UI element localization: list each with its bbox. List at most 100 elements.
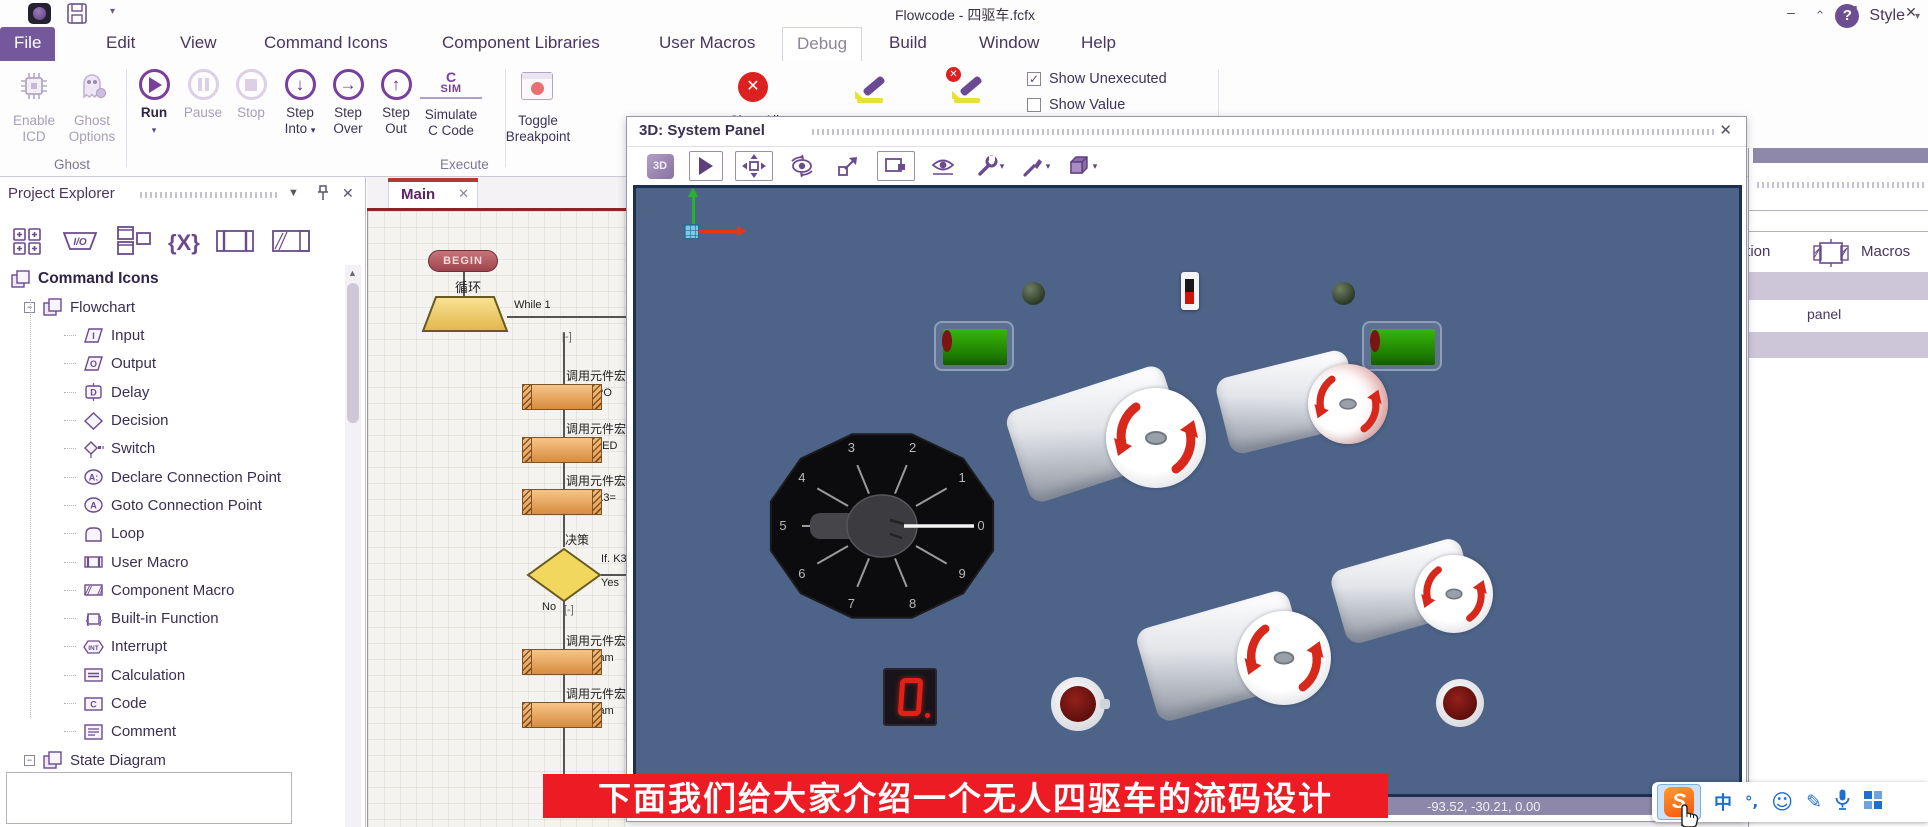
menu-item-file[interactable]: File	[0, 27, 55, 61]
flowchart-component-macro-node[interactable]	[522, 384, 602, 410]
tab-close-icon[interactable]: ✕	[458, 186, 469, 202]
component-macro-strip-icon[interactable]	[270, 226, 312, 261]
enable-icd-button[interactable]: Enable ICD	[8, 69, 60, 145]
menu-item-build[interactable]: Build	[875, 27, 941, 61]
macro-strip-icon[interactable]	[214, 226, 256, 261]
visibility-button[interactable]	[927, 151, 961, 181]
tree-item-calculation[interactable]: Calculation	[64, 661, 185, 689]
ghost-options-button[interactable]: Ghost Options	[64, 69, 120, 145]
panel-menu-icon[interactable]: ▼	[288, 187, 299, 199]
tree-item-delay[interactable]: DDelay	[64, 378, 149, 406]
project-explorer-footer-box[interactable]	[6, 772, 292, 824]
pin-icon[interactable]	[316, 185, 330, 206]
flowchart-component-macro-node[interactable]	[522, 489, 602, 515]
panel-row-label[interactable]: panel	[1807, 306, 1841, 322]
windows-icon[interactable]	[114, 225, 154, 262]
grid-components-icon[interactable]	[10, 226, 46, 261]
tree-item-loop[interactable]: Loop	[64, 520, 144, 548]
style-dropdown[interactable]: Style	[1869, 7, 1905, 25]
stop-button[interactable]: Stop	[230, 69, 272, 121]
flowchart-component-macro-node[interactable]	[522, 702, 602, 728]
collapse-ribbon-icon[interactable]: ⌃	[1814, 8, 1825, 24]
scroll-up-icon[interactable]: ▲	[348, 268, 357, 278]
tree-item-built-in-function[interactable]: {}Built-in Function	[64, 605, 219, 633]
checkbox-icon[interactable]: ✓	[1027, 72, 1041, 86]
table-row[interactable]	[1749, 332, 1928, 358]
ime-toolbox-icon[interactable]	[1863, 790, 1883, 815]
save-icon[interactable]	[66, 3, 88, 24]
pan-tool-button[interactable]	[735, 151, 773, 181]
scrollbar-thumb[interactable]	[347, 283, 359, 423]
3d-scene[interactable]: 0123456789	[636, 188, 1739, 794]
flowchart-component-macro-node[interactable]	[522, 649, 602, 675]
shapes-dropdown-button[interactable]: ▾	[1065, 151, 1099, 181]
tree-item-input[interactable]: IInput	[64, 322, 144, 350]
emoji-icon[interactable]: ☺	[1771, 790, 1793, 814]
tree-item-comment[interactable]: Comment	[64, 718, 176, 746]
step-into-button[interactable]: ↓ Step Into ▾	[277, 69, 323, 138]
menu-item-help[interactable]: Help	[1067, 27, 1130, 61]
tab-main[interactable]: Main ✕	[388, 179, 478, 211]
app-icon[interactable]	[28, 3, 51, 24]
microphone-icon[interactable]	[1835, 789, 1850, 815]
push-button-3d[interactable]	[1436, 679, 1484, 727]
minimize-button[interactable]: –	[1776, 4, 1806, 22]
run-button[interactable]: Run▾	[132, 69, 176, 138]
style-dropdown-arrow-icon[interactable]: ▾	[1915, 11, 1920, 22]
ime-mode-button[interactable]: 中	[1714, 789, 1732, 815]
simulate-c-code-button[interactable]: CSIM SimulateC Code	[420, 69, 482, 139]
tree-item-goto-connection-point[interactable]: AGoto Connection Point	[64, 491, 262, 519]
scale-tool-button[interactable]	[831, 151, 865, 181]
menu-item-command-icons[interactable]: Command Icons	[250, 27, 402, 61]
tree-item-user-macro[interactable]: User Macro	[64, 548, 189, 576]
tree-item-component-macro[interactable]: Component Macro	[64, 576, 234, 604]
menu-item-debug[interactable]: Debug	[782, 27, 862, 61]
tree-item-decision[interactable]: Decision	[64, 407, 169, 435]
flowchart-decision-node[interactable]	[525, 547, 603, 603]
highlight-pencil-button[interactable]	[853, 71, 889, 105]
3d-window-titlebar[interactable]: 3D: System Panel ✕	[627, 117, 1746, 147]
tree-item-command-icons[interactable]: Command Icons	[10, 265, 159, 293]
tree-expander-icon[interactable]: −	[24, 755, 35, 766]
menu-item-edit[interactable]: Edit	[92, 27, 149, 61]
flowchart-component-macro-node[interactable]	[522, 437, 602, 463]
tools-dropdown-button[interactable]: ▾	[973, 151, 1007, 181]
project-explorer-scrollbar[interactable]: ▲ ▼	[345, 265, 361, 827]
menu-item-user-macros[interactable]: User Macros	[645, 27, 769, 61]
panel-close-icon[interactable]: ✕	[342, 185, 354, 202]
pause-button[interactable]: Pause	[180, 69, 226, 121]
window-drag-handle[interactable]	[812, 129, 1717, 135]
toggle-switch-3d[interactable]	[1181, 272, 1199, 310]
panel-drag-handle[interactable]	[1757, 182, 1925, 188]
tree-item-interrupt[interactable]: INTInterrupt	[64, 633, 167, 661]
rotary-dial-3d[interactable]: 0123456789	[764, 429, 1000, 628]
step-out-button[interactable]: ↑ Step Out	[374, 69, 418, 137]
tree-item-declare-connection-point[interactable]: A:Declare Connection Point	[64, 463, 281, 491]
step-over-button[interactable]: → Step Over	[326, 69, 370, 137]
menu-item-view[interactable]: View	[166, 27, 231, 61]
panel-drag-handle[interactable]	[140, 192, 280, 198]
tree-item-code[interactable]: CCode	[64, 690, 147, 718]
show-unexecuted-checkbox[interactable]: ✓Show Unexecuted	[1027, 71, 1167, 87]
menu-item-component-libraries[interactable]: Component Libraries	[428, 27, 614, 61]
flowchart-while-loop-node[interactable]	[421, 295, 511, 335]
push-button-3d[interactable]	[1051, 677, 1105, 731]
expression-icon[interactable]: {X}	[168, 230, 200, 256]
io-icon[interactable]: I/O	[60, 226, 100, 261]
select-tool-button[interactable]	[689, 151, 723, 181]
box-select-button[interactable]	[877, 151, 915, 181]
help-icon[interactable]: ?	[1835, 4, 1859, 28]
checkbox-icon[interactable]	[1027, 98, 1041, 112]
paint-dropdown-button[interactable]: ▾	[1019, 151, 1053, 181]
flowchart-begin-node[interactable]: BEGIN	[428, 250, 498, 272]
tree-item-output[interactable]: OOutput	[64, 350, 156, 378]
tree-item-state-diagram[interactable]: −State Diagram	[24, 746, 166, 774]
tree-item-flowchart[interactable]: −Flowchart	[24, 293, 135, 321]
ime-punctuation-button[interactable]: °,	[1745, 793, 1758, 811]
quick-access-dropdown-icon[interactable]: ▾	[110, 6, 115, 17]
flowchart-canvas[interactable]: BEGIN 循环 While 1 [-] 调用元件宏PO调用元件宏LED调用元件…	[367, 211, 626, 827]
3d-window-close-icon[interactable]: ✕	[1719, 121, 1732, 139]
collapse-toggle[interactable]: [-]	[564, 604, 574, 616]
menu-item-window[interactable]: Window	[965, 27, 1053, 61]
tree-item-switch[interactable]: Switch	[64, 435, 155, 463]
